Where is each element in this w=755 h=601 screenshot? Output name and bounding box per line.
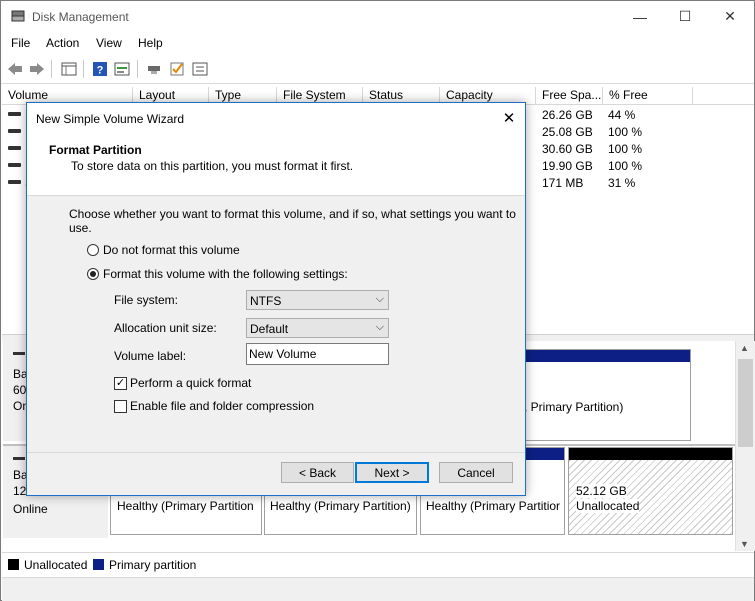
settings-list-icon[interactable] — [190, 59, 209, 78]
free-space: 19.90 GB — [542, 159, 593, 173]
free-space: 171 MB — [542, 176, 584, 190]
legend-primary-label: Primary partition — [109, 558, 197, 572]
allocation-unit-label: Allocation unit size: — [114, 321, 217, 335]
wizard-heading: Format Partition — [49, 143, 142, 157]
scroll-down-icon[interactable]: ▼ — [740, 539, 749, 549]
minimize-button[interactable]: — — [617, 1, 663, 32]
file-system-value: NTFS — [250, 294, 282, 308]
wizard-title: New Simple Volume Wizard — [36, 112, 185, 126]
lower-pane-scrollbar[interactable]: ▲ ▼ — [735, 341, 755, 551]
wizard-close-button[interactable]: ✕ — [495, 105, 523, 131]
chevron-down-icon: ⌵ — [375, 293, 384, 305]
free-space: 30.60 GB — [542, 142, 593, 156]
legend: Unallocated Primary partition — [2, 552, 754, 577]
percent-free: 31 % — [608, 176, 636, 190]
volume-label-label: Volume label: — [114, 349, 187, 363]
forward-arrow-icon[interactable] — [27, 59, 46, 78]
compression-label[interactable]: Enable file and folder compression — [130, 399, 314, 413]
wizard-description: Choose whether you want to format this v… — [69, 207, 516, 235]
cancel-button[interactable]: Cancel — [439, 462, 513, 483]
scroll-up-icon[interactable]: ▲ — [740, 343, 749, 353]
radio-format-volume[interactable] — [87, 268, 99, 280]
drive-icon — [8, 163, 21, 167]
toolbar: ? — [1, 55, 754, 84]
radio-selected-dot — [90, 271, 96, 277]
properties-icon[interactable] — [112, 59, 131, 78]
quick-format-label[interactable]: Perform a quick format — [130, 376, 251, 390]
legend-unallocated-label: Unallocated — [24, 558, 88, 572]
unallocated-size: 52.12 GB — [576, 484, 627, 498]
column-free-space[interactable]: Free Spa... — [536, 87, 603, 104]
menu-file[interactable]: File — [11, 36, 30, 50]
next-button[interactable]: Next > — [355, 462, 429, 483]
drive-icon — [8, 180, 21, 184]
window-title: Disk Management — [32, 10, 129, 24]
disk-list-icon[interactable] — [59, 59, 78, 78]
close-button[interactable]: ✕ — [707, 1, 753, 32]
percent-free: 44 % — [608, 108, 636, 122]
menu-bar: File Action View Help — [1, 33, 754, 54]
percent-free: 100 % — [608, 142, 643, 156]
compression-checkbox[interactable] — [114, 400, 127, 413]
maximize-button[interactable]: ☐ — [662, 1, 708, 32]
partition-status: Healthy (Primary Partitior — [426, 499, 561, 513]
primary-legend-swatch — [93, 559, 104, 570]
wizard-header: Format Partition To store data on this p… — [27, 133, 525, 196]
free-space: 26.26 GB — [542, 108, 593, 122]
primary-partition-bar — [506, 350, 690, 362]
wizard-footer-separator — [27, 452, 525, 453]
disk-icon — [13, 352, 25, 355]
checkmark-icon[interactable] — [167, 59, 186, 78]
file-system-label: File system: — [114, 293, 179, 307]
column-percent-free[interactable]: % Free — [603, 87, 693, 104]
toolbar-separator — [137, 60, 138, 78]
toolbar-separator — [51, 60, 52, 78]
svg-text:?: ? — [96, 64, 103, 76]
radio-format-volume-label[interactable]: Format this volume with the following se… — [103, 267, 348, 281]
disk-management-app-icon — [11, 10, 25, 22]
back-arrow-icon[interactable] — [5, 59, 24, 78]
disk-icon — [13, 457, 25, 460]
radio-do-not-format[interactable] — [87, 244, 99, 256]
partition-status: Healthy (Primary Partition — [117, 499, 254, 513]
free-space: 25.08 GB — [542, 125, 593, 139]
drive-icon — [8, 129, 21, 133]
allocation-unit-select[interactable]: Default ⌵ — [246, 318, 389, 338]
percent-free: 100 % — [608, 159, 643, 173]
partition-status: , Primary Partition) — [524, 400, 624, 414]
back-button[interactable]: < Back — [281, 462, 354, 483]
partition-status: Healthy (Primary Partition) — [270, 499, 411, 513]
disk-1-unallocated[interactable]: 52.12 GB Unallocated — [568, 447, 733, 535]
connect-icon[interactable] — [144, 59, 163, 78]
unallocated-bar — [569, 448, 732, 460]
file-system-select[interactable]: NTFS ⌵ — [246, 290, 389, 310]
menu-help[interactable]: Help — [138, 36, 163, 50]
checkmark-icon: ✓ — [115, 377, 126, 389]
title-bar[interactable]: Disk Management — ☐ ✕ — [1, 1, 754, 32]
toolbar-separator — [83, 60, 84, 78]
unallocated-label: Unallocated — [576, 499, 640, 513]
disk-0-partition[interactable]: , Primary Partition) — [505, 349, 691, 441]
chevron-down-icon: ⌵ — [375, 321, 384, 333]
help-icon[interactable]: ? — [90, 59, 109, 78]
menu-view[interactable]: View — [96, 36, 122, 50]
new-simple-volume-wizard: New Simple Volume Wizard ✕ Format Partit… — [26, 102, 526, 496]
close-icon: ✕ — [502, 110, 516, 127]
drive-icon — [8, 112, 21, 116]
percent-free: 100 % — [608, 125, 643, 139]
radio-do-not-format-label[interactable]: Do not format this volume — [103, 243, 240, 257]
unallocated-legend-swatch — [8, 559, 19, 570]
volume-label-input[interactable] — [246, 343, 389, 365]
wizard-subheading: To store data on this partition, you mus… — [71, 159, 354, 173]
scroll-thumb[interactable] — [738, 359, 753, 447]
wizard-title-bar[interactable]: New Simple Volume Wizard ✕ — [27, 103, 525, 133]
status-bar — [2, 577, 754, 601]
allocation-unit-value: Default — [250, 322, 289, 336]
menu-action[interactable]: Action — [46, 36, 79, 50]
drive-icon — [8, 146, 21, 150]
disk-1-status: Online — [13, 502, 48, 516]
quick-format-checkbox[interactable]: ✓ — [114, 377, 127, 390]
